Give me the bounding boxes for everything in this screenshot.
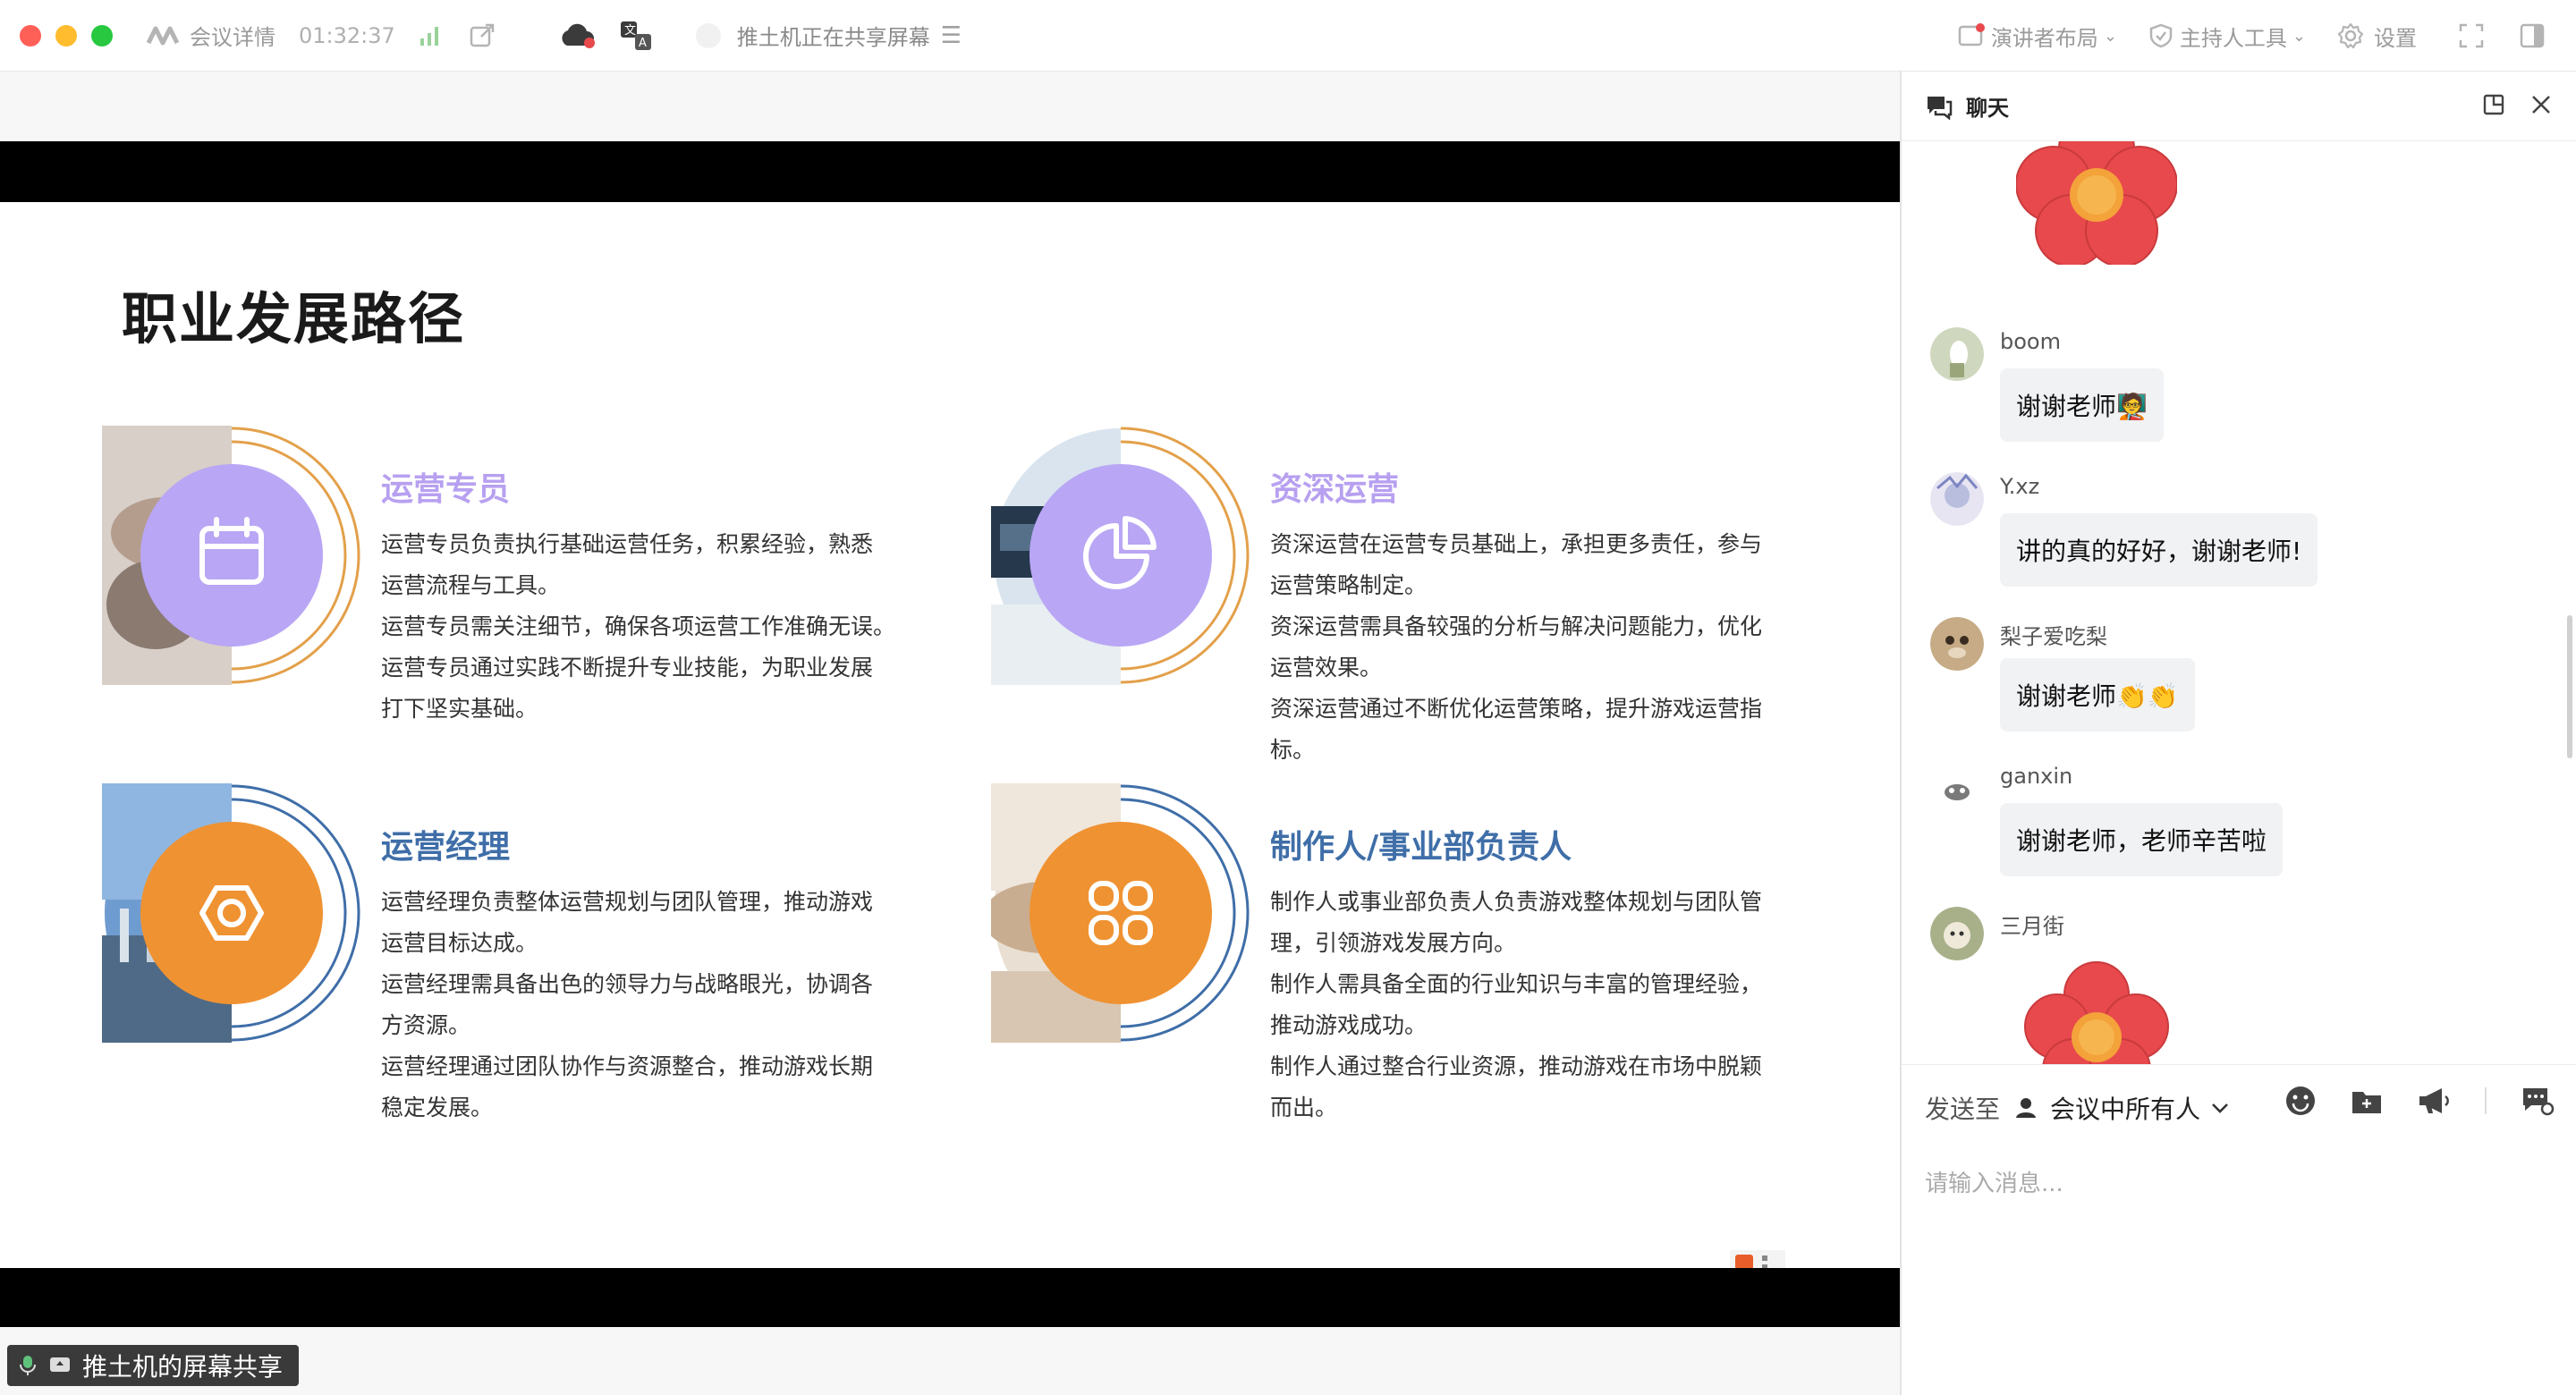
toolbar-divider bbox=[2485, 1087, 2487, 1114]
career-badge bbox=[102, 426, 360, 685]
card-description: 运营经理负责整体运营规划与团队管理，推动游戏 运营目标达成。 运营经理需具备出色的领… bbox=[381, 889, 874, 1120]
composer-toolbar bbox=[2284, 1085, 2555, 1117]
zoom-window-button[interactable] bbox=[91, 24, 113, 46]
presentation-slide: 职业发展路径 运营专员 运营专员负责执行基础运营任务，积累经验，熟悉 运营流程与工… bbox=[0, 202, 1900, 1268]
close-icon[interactable] bbox=[2529, 93, 2553, 120]
career-card-producer: 制作人/事业部负责人 制作人或事业部负责人负责游戏整体规划与团队管 理，引领游戏发… bbox=[991, 783, 1850, 1159]
screen-share-label: 推土机的屏幕共享 bbox=[82, 1352, 284, 1382]
share-menu-icon[interactable]: ☰ bbox=[941, 24, 962, 47]
letterbox-top bbox=[0, 141, 1900, 202]
host-tools-button[interactable]: 主持人工具 ⌄ bbox=[2148, 21, 2306, 52]
cloud-recording-icon[interactable] bbox=[558, 22, 597, 49]
app-logo-icon bbox=[147, 26, 180, 45]
card-title: 资深运营 bbox=[1270, 471, 1400, 508]
close-window-button[interactable] bbox=[20, 24, 41, 46]
message-bubble[interactable]: 谢谢老师🧑‍🏫 bbox=[2000, 368, 2164, 442]
chevron-down-icon: ⌄ bbox=[2103, 26, 2117, 46]
message-sender: ganxin bbox=[2000, 764, 2073, 789]
svg-text:文: 文 bbox=[624, 24, 636, 38]
career-badge bbox=[102, 783, 360, 1043]
chat-title: 聊天 bbox=[1966, 96, 2009, 121]
gear-icon bbox=[2337, 22, 2364, 49]
layout-icon bbox=[1958, 23, 1985, 46]
card-title: 制作人/事业部负责人 bbox=[1270, 829, 1572, 866]
card-title: 运营专员 bbox=[381, 471, 511, 508]
avatar[interactable] bbox=[1930, 472, 1984, 526]
career-card-operations-manager: 运营经理 运营经理负责整体运营规划与团队管理，推动游戏 运营目标达成。 运营经理需具… bbox=[102, 783, 961, 1159]
card-description: 资深运营在运营专员基础上，承担更多责任，参与 运营策略制定。 资深运营需具备较强的分… bbox=[1270, 531, 1763, 763]
folder-icon[interactable] bbox=[2351, 1086, 2383, 1115]
popout-chat-icon[interactable] bbox=[2481, 92, 2506, 121]
minimize-window-button[interactable] bbox=[55, 24, 77, 46]
chat-header: 聊天 bbox=[1902, 72, 2576, 141]
avatar[interactable] bbox=[1930, 907, 1984, 960]
chat-scrollbar[interactable] bbox=[2567, 615, 2572, 758]
send-to-selector[interactable]: 发送至 会议中所有人 bbox=[1925, 1090, 2229, 1126]
external-share-icon[interactable] bbox=[469, 22, 496, 49]
person-icon bbox=[2016, 1098, 2037, 1118]
card-description: 运营专员负责执行基础运营任务，积累经验，熟悉 运营流程与工具。 运营专员需关注细节，… bbox=[381, 531, 896, 722]
message-sender: boom bbox=[2000, 329, 2061, 354]
speaker-layout-button[interactable]: 演讲者布局 ⌄ bbox=[1957, 21, 2117, 52]
emoji-icon[interactable] bbox=[2284, 1085, 2317, 1117]
message-sender: Y.xz bbox=[2000, 474, 2040, 499]
flower-sticker-icon bbox=[2024, 961, 2169, 1064]
host-tools-label: 主持人工具 bbox=[2179, 25, 2287, 51]
chat-composer: 发送至 会议中所有人 请输入消息... bbox=[1902, 1064, 2576, 1395]
send-to-label: 发送至 bbox=[1925, 1095, 2001, 1124]
message-bubble[interactable]: 讲的真的好好，谢谢老师! bbox=[2000, 513, 2318, 587]
svg-text:A: A bbox=[639, 37, 647, 50]
speaker-layout-label: 演讲者布局 bbox=[1990, 25, 2098, 51]
window-titlebar: 会议详情 01:32:37 文A 推土机正在共享屏幕 ☰ 演讲者布局 ⌄ 主持人… bbox=[0, 0, 2576, 72]
fullscreen-icon[interactable] bbox=[2458, 22, 2485, 49]
avatar[interactable] bbox=[1930, 327, 1984, 381]
megaphone-icon[interactable] bbox=[2417, 1086, 2451, 1116]
card-description: 制作人或事业部负责人负责游戏整体规划与团队管 理，引领游戏发展方向。 制作人需具备全… bbox=[1270, 889, 1763, 1120]
career-badge bbox=[991, 427, 1250, 685]
slide-corner-logo-icon bbox=[1730, 1250, 1785, 1268]
window-controls bbox=[20, 24, 113, 46]
career-card-senior-operations: 资深运营 资深运营在运营专员基础上，承担更多责任，参与 运营策略制定。 资深运营需具… bbox=[991, 426, 1850, 801]
card-title: 运营经理 bbox=[381, 829, 511, 866]
chat-message-list[interactable]: boom 谢谢老师🧑‍🏫 Y.xz 讲的真的好好，谢谢老师! 梨子爱吃梨 谢谢老… bbox=[1902, 141, 2576, 1064]
sidebar-toggle-icon[interactable] bbox=[2519, 22, 2546, 49]
shield-icon bbox=[2149, 23, 2173, 48]
message-bubble[interactable]: 谢谢老师，老师辛苦啦 bbox=[2000, 803, 2284, 876]
message-input[interactable]: 请输入消息... bbox=[1925, 1165, 2063, 1198]
letterbox-bottom bbox=[0, 1268, 1900, 1327]
signal-strength-icon[interactable] bbox=[419, 24, 442, 47]
sharing-status-label: 推土机正在共享屏幕 bbox=[736, 25, 930, 50]
send-to-target: 会议中所有人 bbox=[2050, 1095, 2201, 1124]
meeting-details-button[interactable]: 会议详情 bbox=[147, 20, 275, 51]
sharer-avatar bbox=[695, 22, 721, 48]
message-bubble[interactable]: 谢谢老师👏👏 bbox=[2000, 658, 2195, 731]
translate-icon[interactable]: 文A bbox=[619, 20, 655, 52]
chevron-down-icon bbox=[2212, 1103, 2228, 1113]
message-sender: 三月街 bbox=[2000, 914, 2064, 939]
screen-share-icon bbox=[50, 1357, 70, 1372]
message-sender: 梨子爱吃梨 bbox=[2000, 624, 2107, 649]
settings-label: 设置 bbox=[2374, 25, 2417, 51]
avatar[interactable] bbox=[1930, 617, 1984, 671]
meeting-timer: 01:32:37 bbox=[299, 22, 395, 48]
slide-title: 职业发展路径 bbox=[122, 286, 466, 351]
career-badge bbox=[991, 783, 1250, 1043]
meeting-details-label: 会议详情 bbox=[190, 25, 275, 50]
chat-panel: 聊天 boom 谢谢老师🧑‍🏫 Y.xz 讲的真的好好，谢谢老师! 梨子爱吃梨 … bbox=[1900, 72, 2576, 1395]
chat-bubble-icon bbox=[1928, 96, 1953, 120]
avatar[interactable] bbox=[1930, 762, 1984, 816]
flower-sticker-icon bbox=[2016, 141, 2177, 265]
chat-settings-icon[interactable] bbox=[2521, 1086, 2555, 1116]
career-card-operations-specialist: 运营专员 运营专员负责执行基础运营任务，积累经验，熟悉 运营流程与工具。 运营专员需… bbox=[102, 426, 961, 801]
chevron-down-icon: ⌄ bbox=[2292, 26, 2306, 46]
screen-share-indicator[interactable]: 推土机的屏幕共享 bbox=[7, 1345, 300, 1386]
settings-button[interactable]: 设置 bbox=[2336, 21, 2417, 52]
microphone-icon bbox=[20, 1356, 36, 1375]
